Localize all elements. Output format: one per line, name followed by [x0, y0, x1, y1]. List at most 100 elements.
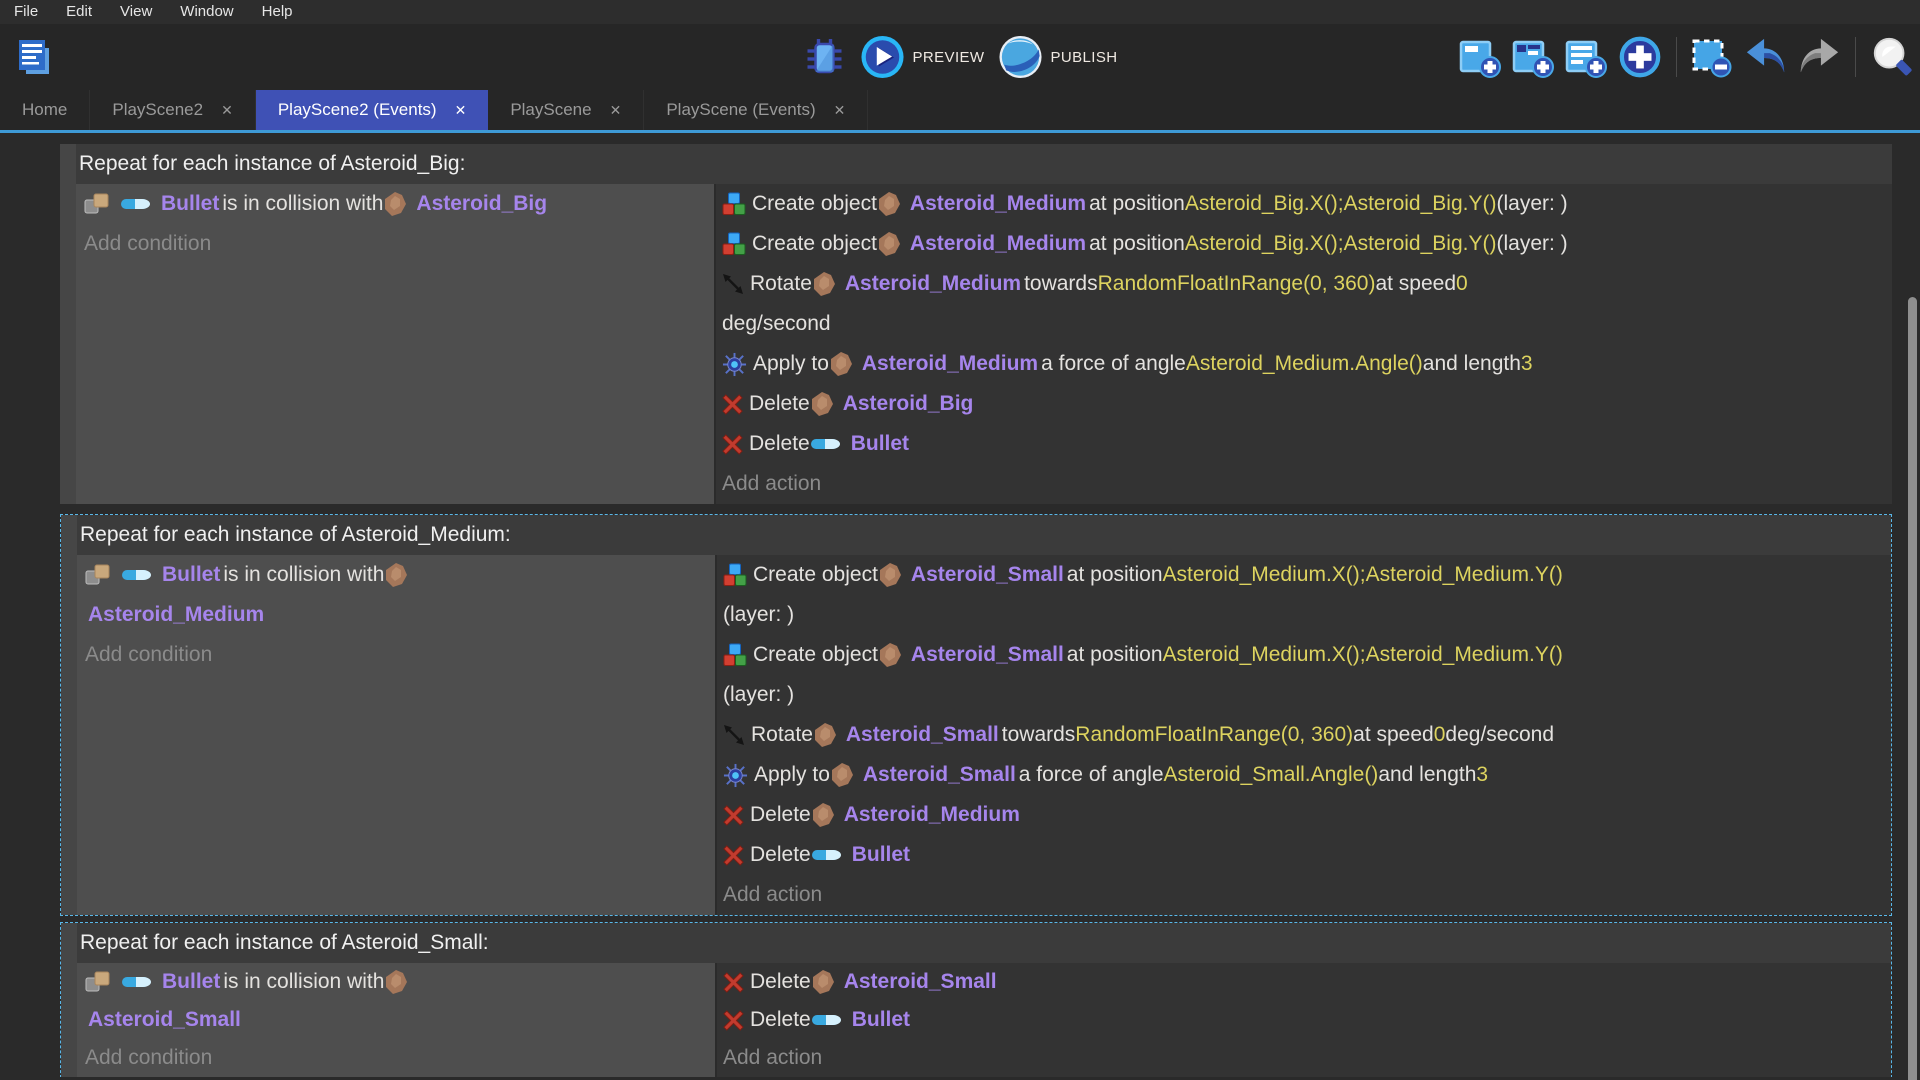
expression: Asteroid_Small.Angle() [1164, 763, 1379, 787]
menu-item-view[interactable]: View [106, 0, 166, 24]
action-row[interactable]: Create object Asteroid_Medium at positio… [722, 224, 1892, 264]
add-condition-button[interactable]: Add condition [85, 635, 715, 675]
event-drag-handle[interactable] [61, 515, 77, 915]
close-icon[interactable]: ✕ [834, 102, 846, 119]
condition-row[interactable]: Bullet is in collision with [85, 555, 715, 595]
text-segment: at position [1089, 192, 1185, 216]
actions-column[interactable]: Create object Asteroid_Small at position… [717, 555, 1891, 915]
tab-playscene[interactable]: PlayScene ✕ [488, 90, 644, 130]
add-condition-button[interactable]: Add condition [84, 224, 714, 264]
undo-icon[interactable] [1744, 35, 1788, 79]
asteroid-icon [384, 562, 408, 588]
action-row[interactable]: Delete Bullet [723, 835, 1891, 875]
tab-playscene2-events[interactable]: PlayScene2 (Events) ✕ [256, 90, 488, 130]
text-segment: Rotate [751, 723, 813, 747]
expression: Asteroid_Big.X();Asteroid_Big.Y() [1185, 192, 1497, 216]
add-action-button[interactable]: Add action [723, 1039, 1891, 1077]
action-row[interactable]: Delete Asteroid_Medium [723, 795, 1891, 835]
menu-item-help[interactable]: Help [248, 0, 307, 24]
add-event-icon[interactable] [1459, 35, 1503, 79]
action-row[interactable]: Delete Asteroid_Small [723, 963, 1891, 1001]
publish-button[interactable]: PUBLISH [998, 35, 1117, 79]
asteroid-icon [813, 722, 837, 748]
asteroid-icon [830, 762, 854, 788]
action-row[interactable]: Create object Asteroid_Small at position… [723, 635, 1891, 675]
event-drag-handle[interactable] [60, 144, 76, 504]
actions-column[interactable]: Create object Asteroid_Medium at positio… [716, 184, 1892, 504]
action-row[interactable]: Create object Asteroid_Small at position… [723, 555, 1891, 595]
condition-row[interactable]: Bullet is in collision with [85, 963, 715, 1001]
condition-row[interactable]: Asteroid_Medium [85, 595, 715, 635]
action-row[interactable]: Delete Bullet [723, 1001, 1891, 1039]
event-header[interactable]: Repeat for each instance of Asteroid_Big… [76, 144, 1892, 184]
close-icon[interactable]: ✕ [221, 102, 233, 119]
actions-column[interactable]: Delete Asteroid_SmallDelete BulletAdd ac… [717, 963, 1891, 1077]
create-icon [722, 232, 746, 256]
search-icon[interactable] [1870, 35, 1914, 79]
text-segment: a force of angle [1019, 763, 1164, 787]
close-icon[interactable]: ✕ [455, 102, 467, 119]
text-segment: at position [1067, 643, 1163, 667]
menu-item-file[interactable]: File [0, 0, 52, 24]
preview-label: PREVIEW [913, 49, 985, 66]
expression: Asteroid_Big.X();Asteroid_Big.Y() [1185, 232, 1497, 256]
action-row[interactable]: Create object Asteroid_Medium at positio… [722, 184, 1892, 224]
event-header[interactable]: Repeat for each instance of Asteroid_Sma… [77, 923, 1891, 963]
select-remove-icon[interactable] [1691, 35, 1735, 79]
text-segment: Rotate [750, 272, 812, 296]
text-segment: Create object [752, 232, 877, 256]
close-icon[interactable]: ✕ [610, 102, 622, 119]
action-row[interactable]: Delete Asteroid_Big [722, 384, 1892, 424]
text-segment: Create object [753, 643, 878, 667]
event-block[interactable]: Repeat for each instance of Asteroid_Big… [60, 144, 1892, 504]
asteroid-icon [878, 642, 902, 668]
object-name: Asteroid_Small [911, 563, 1064, 587]
text-segment: at speed [1375, 272, 1456, 296]
action-row[interactable]: Delete Bullet [722, 424, 1892, 464]
conditions-column[interactable]: Bullet is in collision with Asteroid_Med… [77, 555, 717, 915]
event-header[interactable]: Repeat for each instance of Asteroid_Med… [77, 515, 1891, 555]
text-segment: Delete [749, 432, 810, 456]
vertical-scrollbar[interactable] [1908, 297, 1917, 1080]
preview-button[interactable]: PREVIEW [861, 35, 985, 79]
add-circle-icon[interactable] [1618, 35, 1662, 79]
debugger-icon[interactable] [803, 35, 847, 79]
conditions-column[interactable]: Bullet is in collision with Asteroid_Sma… [77, 963, 717, 1077]
conditions-column[interactable]: Bullet is in collision with Asteroid_Big… [76, 184, 716, 504]
expression: 3 [1521, 352, 1533, 376]
action-row[interactable]: Rotate Asteroid_Medium towards RandomFlo… [722, 264, 1892, 304]
expression: 0 [1434, 723, 1446, 747]
text-segment: and length [1423, 352, 1521, 376]
text-segment: is in collision with [223, 563, 384, 587]
asteroid-icon [384, 969, 408, 995]
tab-home[interactable]: Home ✕ [0, 90, 90, 130]
condition-row[interactable]: Asteroid_Small [85, 1001, 715, 1039]
expression: 0 [1456, 272, 1468, 296]
add-subevent-icon[interactable] [1512, 35, 1556, 79]
project-manager-icon[interactable] [12, 35, 56, 79]
object-name: Asteroid_Medium [862, 352, 1038, 376]
event-block[interactable]: Repeat for each instance of Asteroid_Sma… [60, 922, 1892, 1077]
condition-row[interactable]: Bullet is in collision with Asteroid_Big [84, 184, 714, 224]
object-name: Bullet [852, 843, 910, 867]
add-comment-icon[interactable] [1565, 35, 1609, 79]
expression: Asteroid_Medium.Angle() [1186, 352, 1423, 376]
add-action-button[interactable]: Add action [722, 464, 1892, 504]
add-action-button[interactable]: Add action [723, 875, 1891, 915]
tab-label: PlayScene (Events) [666, 100, 815, 120]
menu-item-window[interactable]: Window [166, 0, 247, 24]
event-drag-handle[interactable] [61, 923, 77, 1077]
tab-playscene-events[interactable]: PlayScene (Events) ✕ [644, 90, 868, 130]
tab-playscene2[interactable]: PlayScene2 ✕ [90, 90, 255, 130]
add-condition-button[interactable]: Add condition [85, 1039, 715, 1077]
action-row[interactable]: Apply to Asteroid_Medium a force of angl… [722, 344, 1892, 384]
action-row[interactable]: Apply to Asteroid_Small a force of angle… [723, 755, 1891, 795]
expression: Asteroid_Medium.X();Asteroid_Medium.Y() [1163, 643, 1563, 667]
event-block[interactable]: Repeat for each instance of Asteroid_Med… [60, 514, 1892, 916]
action-row[interactable]: (layer: ) [723, 595, 1891, 635]
text-segment: Create object [753, 563, 878, 587]
action-row[interactable]: deg/second [722, 304, 1892, 344]
menu-item-edit[interactable]: Edit [52, 0, 106, 24]
action-row[interactable]: Rotate Asteroid_Small towards RandomFloa… [723, 715, 1891, 755]
action-row[interactable]: (layer: ) [723, 675, 1891, 715]
